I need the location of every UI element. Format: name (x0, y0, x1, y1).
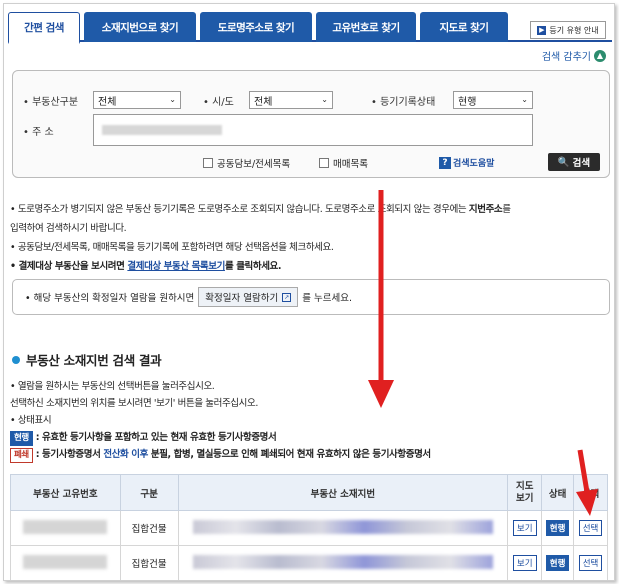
select-button[interactable]: 선택 (578, 520, 603, 536)
record-status-label: • 등기기록상태 (371, 97, 436, 108)
search-panel: • 부동산구분 전체 ⌄ • 시/도 전체 ⌄ • 등기기록상태 현행 ⌄ • 주 소… (12, 70, 610, 178)
tab-road-address[interactable]: 도로명주소로 찾기 (200, 12, 312, 42)
confirmed-date-view-button[interactable]: 확정일자 열람하기 ↗ (198, 287, 299, 307)
tab-simple-search[interactable]: 간편 검색 (8, 12, 80, 44)
address-label: • 주 소 (23, 127, 54, 138)
result-table: 부동산 고유번호 구분 부동산 소재지번 지도 보기 상태 선택 집합건물 보기… (10, 474, 608, 580)
redacted-address (102, 125, 222, 135)
col-select: 선택 (573, 474, 608, 511)
external-link-icon: ↗ (282, 292, 292, 302)
status-badge-closed: 폐쇄 (10, 448, 33, 463)
joint-collateral-checkbox[interactable]: 공동담보/전세목록 (203, 156, 290, 170)
tab-unique-number[interactable]: 고유번호로 찾기 (316, 12, 416, 42)
arrow-right-icon: ▶ (537, 25, 547, 35)
payment-property-list-link[interactable]: 결제대상 부동산 목록보기 (127, 261, 225, 272)
search-icon: 🔍 (557, 156, 570, 168)
redacted-address (177, 545, 509, 580)
sido-select[interactable]: 전체 ⌄ (249, 91, 333, 109)
status-badge-current: 현행 (10, 431, 33, 446)
select-button[interactable]: 선택 (578, 555, 603, 571)
property-type-label: • 부동산구분 (23, 97, 79, 108)
search-notes: • 도로명주소가 병기되지 않은 부동산 등기기록은 도로명주소로 조회되지 않… (10, 204, 511, 272)
col-map: 지도 보기 (507, 474, 543, 511)
search-tabs: 간편 검색 소재지번으로 찾기 도로명주소로 찾기 고유번호로 찾기 지도로 찾… (8, 12, 612, 44)
chevron-down-icon: ⌄ (521, 95, 528, 104)
chevron-down-icon: ⌄ (169, 95, 176, 104)
record-status-select[interactable]: 현행 ⌄ (453, 91, 533, 109)
status-badge: 현행 (545, 520, 570, 536)
result-notes: • 열람을 원하시는 부동산의 선택버튼을 눌러주십시오. 선택하신 소재지번의… (10, 378, 431, 463)
question-icon: ? (439, 156, 451, 169)
col-type: 구분 (119, 474, 179, 511)
search-help-link[interactable]: ? 검색도움말 (439, 156, 494, 169)
property-type-select[interactable]: 전체 ⌄ (93, 91, 181, 109)
bullet-icon (12, 355, 20, 364)
confirmed-date-box: • 해당 부동산의 확정일자 열람을 원하시면 확정일자 열람하기 ↗ 를 누르세… (12, 279, 610, 315)
map-view-button[interactable]: 보기 (512, 520, 537, 536)
tab-map[interactable]: 지도로 찾기 (420, 12, 508, 42)
redacted-unique-number (10, 545, 121, 580)
result-section-title: 부동산 소재지번 검색 결과 (12, 350, 162, 369)
table-row: 집합건물 보기 현행 선택 (10, 510, 608, 546)
sido-label: • 시/도 (203, 97, 234, 108)
status-badge: 현행 (545, 555, 570, 571)
tab-lot-number[interactable]: 소재지번으로 찾기 (84, 12, 196, 42)
trade-list-checkbox[interactable]: 매매목록 (319, 156, 368, 170)
table-row: 집합건물 보기 현행 선택 (10, 545, 608, 580)
col-status: 상태 (541, 474, 575, 511)
address-input[interactable] (93, 114, 533, 146)
redacted-address (177, 510, 509, 546)
chevron-up-icon: ▲ (594, 49, 606, 62)
chevron-down-icon: ⌄ (321, 95, 328, 104)
map-view-button[interactable]: 보기 (512, 555, 537, 571)
page-frame: 간편 검색 소재지번으로 찾기 도로명주소로 찾기 고유번호로 찾기 지도로 찾… (3, 3, 615, 581)
redacted-unique-number (10, 510, 121, 546)
col-unique-number: 부동산 고유번호 (10, 474, 121, 511)
search-button[interactable]: 🔍 검색 (548, 153, 600, 171)
registry-type-guide-button[interactable]: ▶ 등기 유형 안내 (530, 21, 606, 39)
hide-search-toggle[interactable]: 검색 감추기 ▲ (542, 48, 606, 63)
col-address: 부동산 소재지번 (177, 474, 509, 511)
